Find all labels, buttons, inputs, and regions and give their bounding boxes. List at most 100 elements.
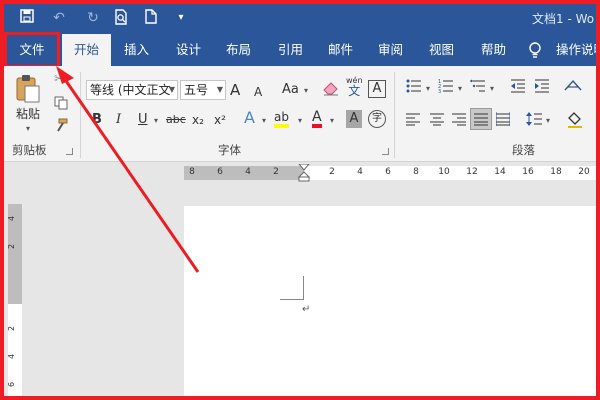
justify-icon[interactable] — [470, 108, 492, 130]
save-icon-svg — [20, 9, 34, 23]
paragraph-group-label: 段落 — [512, 143, 535, 157]
ruler-number: 10 — [438, 167, 450, 177]
underline-dropdown-icon[interactable]: ▾ — [154, 116, 158, 125]
tab-help[interactable]: 帮助 — [481, 34, 506, 66]
vertical-ruler[interactable]: 4 2 2 4 6 — [7, 204, 22, 396]
phonetic-guide-icon[interactable]: wén 文 — [346, 76, 363, 98]
paste-dropdown-icon[interactable]: ▾ — [26, 124, 30, 133]
new-document-icon[interactable] — [142, 9, 160, 29]
horizontal-ruler[interactable]: 8 6 4 2 2 4 6 8 10 12 14 16 18 20 — [184, 164, 596, 182]
tell-me-search[interactable]: 操作说明 — [556, 34, 596, 66]
bold-button[interactable]: B — [92, 112, 102, 128]
strikethrough-button[interactable]: abc — [166, 112, 186, 128]
paste-icon[interactable] — [14, 74, 42, 104]
clipboard-group-label: 剪贴板 — [12, 143, 47, 157]
tab-references[interactable]: 引用 — [278, 34, 303, 66]
copy-icon[interactable] — [54, 96, 68, 115]
underline-button[interactable]: U — [138, 112, 148, 128]
save-icon[interactable] — [18, 9, 36, 28]
ruler-number: 2 — [7, 325, 17, 332]
align-right-icon[interactable] — [452, 112, 466, 131]
ribbon-home: 粘贴 ▾ ✂ 剪贴板 等线 (中文正文 ▼ 五号 ▼ A A Aa ▾ wén … — [4, 66, 596, 162]
tab-layout[interactable]: 布局 — [226, 34, 251, 66]
format-painter-icon[interactable] — [54, 118, 68, 137]
tab-review[interactable]: 审阅 — [378, 34, 403, 66]
character-border-icon[interactable]: A — [368, 80, 386, 98]
customize-qat-icon[interactable]: ▾ — [172, 9, 190, 27]
cut-icon[interactable]: ✂ — [54, 72, 65, 88]
tab-home[interactable]: 开始 — [62, 34, 112, 66]
align-left-icon[interactable] — [406, 112, 420, 131]
ruler-number: 4 — [245, 167, 251, 177]
numbering-icon[interactable]: 1 2 3 — [438, 78, 454, 99]
font-color-icon[interactable]: A — [312, 110, 322, 128]
align-right-svg — [452, 113, 466, 126]
highlight-icon[interactable]: ab — [274, 110, 289, 128]
font-color-dropdown-icon[interactable]: ▾ — [330, 116, 334, 125]
tab-design[interactable]: 设计 — [176, 34, 201, 66]
multilevel-dropdown-icon[interactable]: ▾ — [490, 84, 494, 93]
shading-icon[interactable] — [566, 110, 584, 133]
print-preview-icon[interactable] — [112, 9, 130, 30]
paste-label[interactable]: 粘贴 — [16, 106, 40, 122]
ruler-number: 14 — [494, 167, 506, 177]
distributed-icon[interactable] — [495, 112, 511, 131]
distributed-svg — [495, 112, 511, 126]
tab-mailings[interactable]: 邮件 — [328, 34, 353, 66]
highlight-dropdown-icon[interactable]: ▾ — [298, 116, 302, 125]
document-title: 文档1 - Wo — [532, 12, 595, 26]
tab-view[interactable]: 视图 — [429, 34, 454, 66]
clear-formatting-icon[interactable] — [322, 80, 340, 101]
paint-bucket-svg — [568, 112, 582, 128]
line-spacing-icon[interactable] — [526, 112, 542, 131]
indent-marker-icon[interactable] — [298, 164, 310, 182]
shrink-font-icon[interactable]: A — [254, 84, 262, 100]
numbering-dropdown-icon[interactable]: ▾ — [458, 84, 462, 93]
ruler-number: 2 — [7, 243, 17, 250]
ruler-number: 4 — [357, 167, 363, 177]
ruler-number: 4 — [7, 353, 17, 360]
phonetic-bottom: 文 — [348, 84, 361, 98]
italic-button[interactable]: I — [116, 112, 121, 128]
ruler-number: 4 — [7, 215, 17, 222]
text-effects-icon[interactable]: A — [244, 110, 255, 126]
clipboard-launcher-icon[interactable] — [66, 148, 73, 155]
change-case-dropdown-icon[interactable]: ▾ — [304, 86, 308, 95]
ruler-number: 8 — [189, 167, 195, 177]
asian-layout-icon[interactable] — [564, 78, 582, 99]
line-spacing-dropdown-icon[interactable]: ▾ — [546, 116, 550, 125]
svg-text:3: 3 — [438, 89, 441, 94]
screenshot-frame: ↶ ↻ ▾ 文档1 - Wo 开始 插入 设计 布局 引用 邮件 审阅 视图 帮… — [0, 0, 600, 400]
decrease-indent-icon[interactable] — [510, 78, 526, 99]
align-left-svg — [406, 113, 420, 126]
new-document-svg — [145, 9, 157, 24]
justify-svg — [474, 113, 488, 126]
bullets-icon[interactable] — [406, 78, 422, 99]
change-case-icon[interactable]: Aa — [282, 82, 299, 98]
tab-insert[interactable]: 插入 — [124, 34, 149, 66]
redo-icon[interactable]: ↻ — [84, 9, 102, 27]
subscript-button[interactable]: x₂ — [192, 112, 204, 128]
font-size-select[interactable]: 五号 ▼ — [180, 80, 226, 100]
undo-icon[interactable]: ↶ — [50, 9, 68, 27]
bullets-dropdown-icon[interactable]: ▾ — [426, 84, 430, 93]
text-effects-dropdown-icon[interactable]: ▾ — [262, 116, 266, 125]
superscript-button[interactable]: x² — [214, 112, 226, 128]
tab-file[interactable]: 文件 — [4, 32, 60, 68]
align-center-svg — [430, 113, 444, 126]
font-name-select[interactable]: 等线 (中文正文 ▼ — [86, 80, 178, 100]
increase-indent-icon[interactable] — [534, 78, 550, 99]
grow-font-icon[interactable]: A — [230, 82, 240, 98]
bullets-svg — [406, 79, 421, 93]
character-shading-icon[interactable]: A — [346, 110, 362, 128]
document-page[interactable] — [184, 206, 596, 396]
enclose-characters-icon[interactable]: 字 — [368, 110, 386, 128]
multilevel-list-icon[interactable] — [470, 78, 486, 99]
align-center-icon[interactable] — [430, 112, 444, 131]
lightbulb-icon[interactable] — [528, 42, 542, 58]
font-launcher-icon[interactable] — [382, 148, 389, 155]
multilevel-svg — [470, 79, 485, 92]
asian-layout-svg — [564, 79, 582, 91]
ruler-number: 12 — [466, 167, 478, 177]
ribbon-tabs: 开始 插入 设计 布局 引用 邮件 审阅 视图 帮助 操作说明 — [4, 34, 596, 66]
